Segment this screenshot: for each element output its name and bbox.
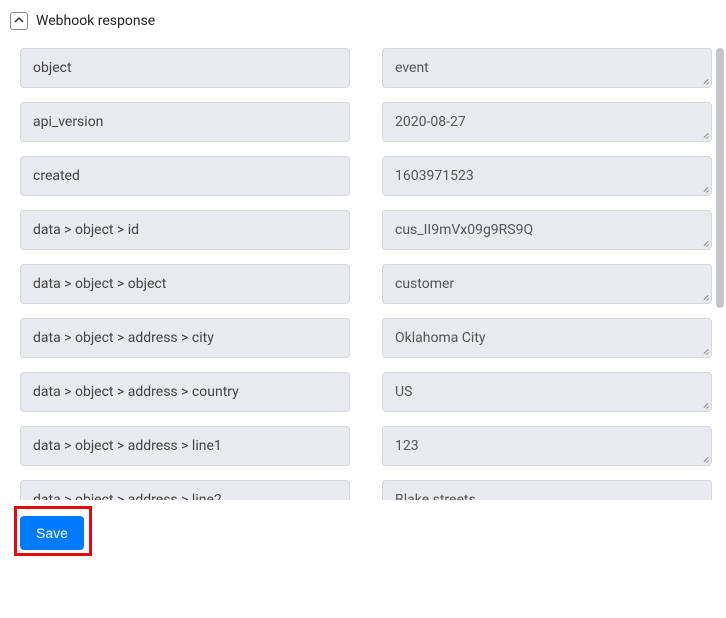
save-button[interactable]: Save: [20, 516, 84, 550]
resize-handle-icon[interactable]: [701, 185, 709, 193]
field-value-text: event: [395, 60, 429, 76]
field-key-text: object: [33, 60, 72, 76]
field-row: data > object > object customer: [20, 264, 712, 304]
field-key-text: data > object > address > line1: [33, 438, 222, 454]
section-title: Webhook response: [36, 13, 155, 29]
field-key-text: api_version: [33, 114, 103, 130]
field-key[interactable]: data > object > address > city: [20, 318, 350, 358]
field-key[interactable]: data > object > address > country: [20, 372, 350, 412]
field-value-text: 1603971523: [395, 168, 474, 184]
field-key[interactable]: object: [20, 48, 350, 88]
scrollbar-track[interactable]: [716, 48, 724, 500]
field-value-text: customer: [395, 276, 454, 292]
field-value[interactable]: US: [382, 372, 712, 412]
field-key-text: data > object > address > city: [33, 330, 214, 346]
field-value[interactable]: 1603971523: [382, 156, 712, 196]
resize-handle-icon[interactable]: [701, 455, 709, 463]
field-key-text: data > object > id: [33, 222, 139, 238]
resize-handle-icon[interactable]: [701, 401, 709, 409]
field-value[interactable]: event: [382, 48, 712, 88]
field-value[interactable]: cus_II9mVx09g9RS9Q: [382, 210, 712, 250]
field-value[interactable]: Oklahoma City: [382, 318, 712, 358]
field-row: data > object > address > country US: [20, 372, 712, 412]
field-value-text: Oklahoma City: [395, 330, 486, 346]
field-key[interactable]: data > object > id: [20, 210, 350, 250]
field-value[interactable]: customer: [382, 264, 712, 304]
field-value[interactable]: 123: [382, 426, 712, 466]
field-value[interactable]: 2020-08-27: [382, 102, 712, 142]
field-row: data > object > address > city Oklahoma …: [20, 318, 712, 358]
section-header: Webhook response: [0, 0, 726, 40]
field-row: created 1603971523: [20, 156, 712, 196]
field-key-text: data > object > address > line2: [33, 492, 222, 500]
field-key[interactable]: api_version: [20, 102, 350, 142]
field-value-text: Blake streets: [395, 492, 476, 500]
resize-handle-icon[interactable]: [701, 77, 709, 85]
field-value-text: cus_II9mVx09g9RS9Q: [395, 222, 533, 238]
resize-handle-icon[interactable]: [701, 347, 709, 355]
field-row: data > object > address > line2 Blake st…: [20, 480, 712, 500]
field-key[interactable]: created: [20, 156, 350, 196]
field-key[interactable]: data > object > address > line1: [20, 426, 350, 466]
field-row: data > object > id cus_II9mVx09g9RS9Q: [20, 210, 712, 250]
scrollbar-thumb[interactable]: [716, 48, 724, 308]
resize-handle-icon[interactable]: [701, 131, 709, 139]
footer: Save: [0, 500, 726, 566]
field-row: api_version 2020-08-27: [20, 102, 712, 142]
field-value-text: US: [395, 384, 412, 400]
chevron-up-icon: [14, 13, 24, 29]
field-row: object event: [20, 48, 712, 88]
field-value-text: 2020-08-27: [395, 114, 466, 130]
resize-handle-icon[interactable]: [701, 293, 709, 301]
field-key[interactable]: data > object > address > line2: [20, 480, 350, 500]
fields-scroll-area: object event api_version 2020-08-27 crea…: [0, 40, 726, 500]
field-key-text: created: [33, 168, 80, 184]
field-value[interactable]: Blake streets: [382, 480, 712, 500]
field-key-text: data > object > object: [33, 276, 166, 292]
field-key[interactable]: data > object > object: [20, 264, 350, 304]
resize-handle-icon[interactable]: [701, 239, 709, 247]
collapse-button[interactable]: [10, 12, 28, 30]
field-value-text: 123: [395, 438, 419, 454]
fields-list: object event api_version 2020-08-27 crea…: [20, 40, 712, 500]
field-row: data > object > address > line1 123: [20, 426, 712, 466]
field-key-text: data > object > address > country: [33, 384, 239, 400]
